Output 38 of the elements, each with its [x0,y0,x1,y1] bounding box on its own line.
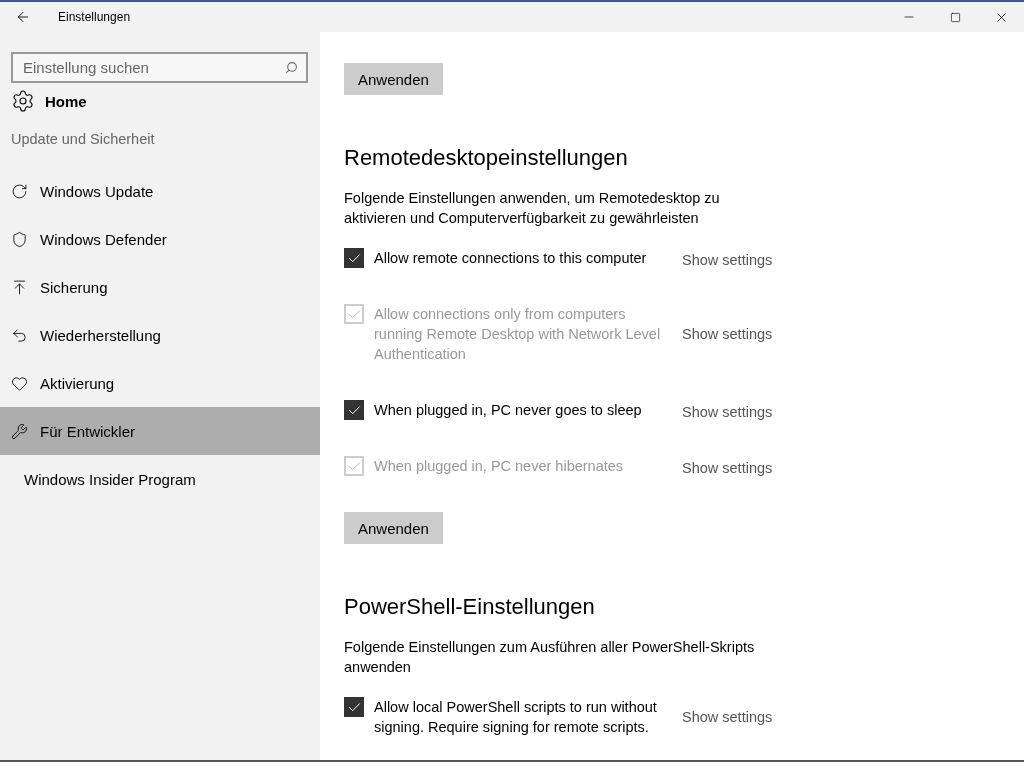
home-link[interactable]: Home [0,83,320,119]
option-label: Allow remote connections to this computer [374,249,648,268]
section-label: Update und Sicherheit [10,130,156,149]
nav-item[interactable]: Wiederherstellung [0,311,320,359]
section-heading: PowerShell-Einstellungen [344,594,595,620]
section-description: Folgende Einstellungen zum Ausführen aller PowerShell-Skripts anwenden [344,638,756,677]
checkbox[interactable] [344,697,364,717]
apply-button[interactable]: Anwenden [344,512,443,544]
option-label: Allow local PowerShell scripts to run without signing. Require signing for remote scripts. [374,698,658,737]
show-settings-link[interactable]: Show settings [682,709,773,725]
nav-item[interactable]: Aktivierung [0,359,320,407]
apply-button[interactable]: Anwenden [344,63,443,95]
gear-icon [11,89,35,113]
window-title: Einstellungen [58,10,132,24]
option-label: When plugged in, PC never goes to sleep [374,401,643,420]
back-arrow-icon [15,9,31,25]
search-field[interactable]: Einstellung suchen [11,52,308,83]
option-label: Allow connections only from computers running Remote Desktop with Network Level Authentication [374,305,662,364]
nav-item[interactable]: Windows Defender [0,215,320,263]
heart-icon [11,374,28,392]
search-icon [285,61,298,74]
section-heading: Remotedesktopeinstellungen [344,145,628,171]
option-label: When plugged in, PC never hibernates [374,457,625,476]
show-settings-link[interactable]: Show settings [682,404,773,420]
nav-item[interactable]: Windows Update [0,167,320,215]
nav-item[interactable]: Für Entwickler [0,407,320,455]
nav-item[interactable]: Windows Insider Program [0,455,320,503]
undo-icon [11,326,28,344]
checkbox[interactable] [344,400,364,420]
tools-icon [11,422,28,440]
show-settings-link[interactable]: Show settings [682,252,773,268]
maximize-icon [949,11,961,23]
section-description: Folgende Einstellungen anwenden, um Remotedesktop zu aktivieren und Computerverfügbarkeit zu gewährleisten [344,189,721,228]
upload-icon [11,278,28,296]
nav-item[interactable]: Sicherung [0,263,320,311]
shield-icon [11,230,28,248]
refresh-icon [11,182,28,200]
checkbox[interactable] [344,248,364,268]
